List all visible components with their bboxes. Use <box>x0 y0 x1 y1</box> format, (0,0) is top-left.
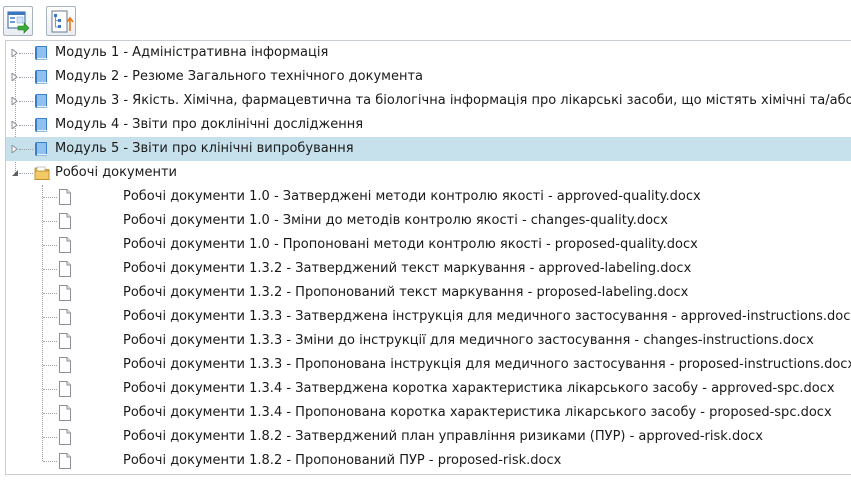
tree-node-label: Модуль 5 - Звіти про клінічні випробуван… <box>55 141 354 156</box>
tree-connector <box>43 365 57 366</box>
tree-node-label: Робочі документи 1.8.2 - Пропонований ПУ… <box>123 453 562 468</box>
expand-arrow-icon[interactable] <box>11 145 18 153</box>
tree-connector <box>43 437 57 438</box>
tree-connector <box>43 197 57 198</box>
tree-node-label: Модуль 3 - Якість. Хімічна, фармацевтичн… <box>55 93 851 108</box>
structure-icon <box>51 10 74 33</box>
document-icon <box>59 309 71 325</box>
tree-connector <box>19 101 33 102</box>
expand-arrow-icon[interactable] <box>11 49 18 57</box>
document-icon <box>59 213 71 229</box>
tree-node-file[interactable]: Робочі документи 1.3.3 - Пропонована інс… <box>6 353 851 377</box>
tree-node-file[interactable]: Робочі документи 1.3.4 - Пропонована кор… <box>6 401 851 425</box>
tree-connector <box>19 53 33 54</box>
document-icon <box>59 285 71 301</box>
tree-connector <box>43 221 57 222</box>
tree-node-label: Робочі документи 1.3.3 - Пропонована інс… <box>123 357 851 372</box>
tree-node-label: Модуль 1 - Адміністративна інформація <box>55 45 329 60</box>
tree-connector <box>43 245 57 246</box>
tree-connector <box>43 389 57 390</box>
expand-arrow-icon[interactable] <box>11 121 18 129</box>
tree-node-file[interactable]: Робочі документи 1.3.2 - Затверджений те… <box>6 257 851 281</box>
tree-node-file[interactable]: Робочі документи 1.8.2 - Пропонований ПУ… <box>6 449 851 473</box>
tree-connector <box>43 317 57 318</box>
document-icon <box>59 405 71 421</box>
tree-connector <box>19 149 33 150</box>
document-icon <box>59 237 71 253</box>
tree-node-file[interactable]: Робочі документи 1.0 - Пропоновані метод… <box>6 233 851 257</box>
expand-arrow-icon[interactable] <box>11 73 18 81</box>
tree-node-label: Модуль 2 - Резюме Загального технічного … <box>55 69 424 84</box>
tree-node-file[interactable]: Робочі документи 1.8.2 - Затверджений пл… <box>6 425 851 449</box>
tree-node-label: Робочі документи 1.3.2 - Пропонований те… <box>123 285 689 300</box>
book-icon <box>35 94 47 108</box>
document-icon <box>59 261 71 277</box>
export-icon <box>7 11 30 34</box>
tree-node-file[interactable]: Робочі документи 1.0 - Зміни до методів … <box>6 209 851 233</box>
book-icon <box>35 118 47 132</box>
structure-button[interactable] <box>46 6 76 36</box>
book-icon <box>35 70 47 84</box>
document-icon <box>59 381 71 397</box>
tree-node-label: Робочі документи 1.3.4 - Пропонована кор… <box>123 405 832 420</box>
tree-connector <box>43 269 57 270</box>
document-icon <box>59 453 71 469</box>
document-icon <box>59 189 71 205</box>
tree-node-working-documents[interactable]: Робочі документи <box>6 161 851 185</box>
document-icon <box>59 429 71 445</box>
tree-connector <box>43 413 57 414</box>
tree-node-module-1[interactable]: Модуль 1 - Адміністративна інформація <box>6 41 851 65</box>
tree-node-label: Робочі документи 1.8.2 - Затверджений пл… <box>123 429 763 444</box>
document-tree[interactable]: Модуль 1 - Адміністративна інформація Мо… <box>5 40 851 475</box>
tree-node-module-2[interactable]: Модуль 2 - Резюме Загального технічного … <box>6 65 851 89</box>
tree-connector <box>43 293 57 294</box>
tree-connector <box>19 173 33 174</box>
tree-node-module-3[interactable]: Модуль 3 - Якість. Хімічна, фармацевтичн… <box>6 89 851 113</box>
tree-node-label: Робочі документи 1.0 - Зміни до методів … <box>123 213 668 228</box>
tree-node-file[interactable]: Робочі документи 1.3.3 - Затверджена інс… <box>6 305 851 329</box>
tree-node-file[interactable]: Робочі документи 1.3.2 - Пропонований те… <box>6 281 851 305</box>
tree-node-file[interactable]: Робочі документи 1.3.3 - Зміни до інстру… <box>6 329 851 353</box>
tree-node-label: Робочі документи 1.3.3 - Зміни до інстру… <box>123 333 814 348</box>
tree-connector <box>19 77 33 78</box>
tree-node-module-4[interactable]: Модуль 4 - Звіти про доклінічні дослідже… <box>6 113 851 137</box>
tree-node-label: Робочі документи 1.0 - Затверджені метод… <box>123 189 701 204</box>
expand-arrow-icon[interactable] <box>11 97 18 105</box>
collapse-arrow-icon[interactable] <box>11 169 19 177</box>
folder-icon <box>34 166 50 180</box>
export-button[interactable] <box>3 6 33 36</box>
toolbar <box>0 0 851 40</box>
tree-connector <box>43 341 57 342</box>
book-icon <box>35 46 47 60</box>
document-icon <box>59 333 71 349</box>
tree-node-label: Робочі документи <box>55 165 178 180</box>
tree-node-file[interactable]: Робочі документи 1.3.4 - Затверджена кор… <box>6 377 851 401</box>
tree-node-file[interactable]: Робочі документи 1.0 - Затверджені метод… <box>6 185 851 209</box>
document-icon <box>59 357 71 373</box>
tree-node-label: Робочі документи 1.3.3 - Затверджена інс… <box>123 309 851 324</box>
tree-node-module-5[interactable]: Модуль 5 - Звіти про клінічні випробуван… <box>6 137 851 161</box>
tree-node-label: Робочі документи 1.3.4 - Затверджена кор… <box>123 381 835 396</box>
tree-node-label: Робочі документи 1.0 - Пропоновані метод… <box>123 237 698 252</box>
tree-node-label: Робочі документи 1.3.2 - Затверджений те… <box>123 261 692 276</box>
book-icon <box>35 142 47 156</box>
tree-connector <box>43 461 57 462</box>
tree-node-label: Модуль 4 - Звіти про доклінічні дослідже… <box>55 117 364 132</box>
tree-connector <box>19 125 33 126</box>
